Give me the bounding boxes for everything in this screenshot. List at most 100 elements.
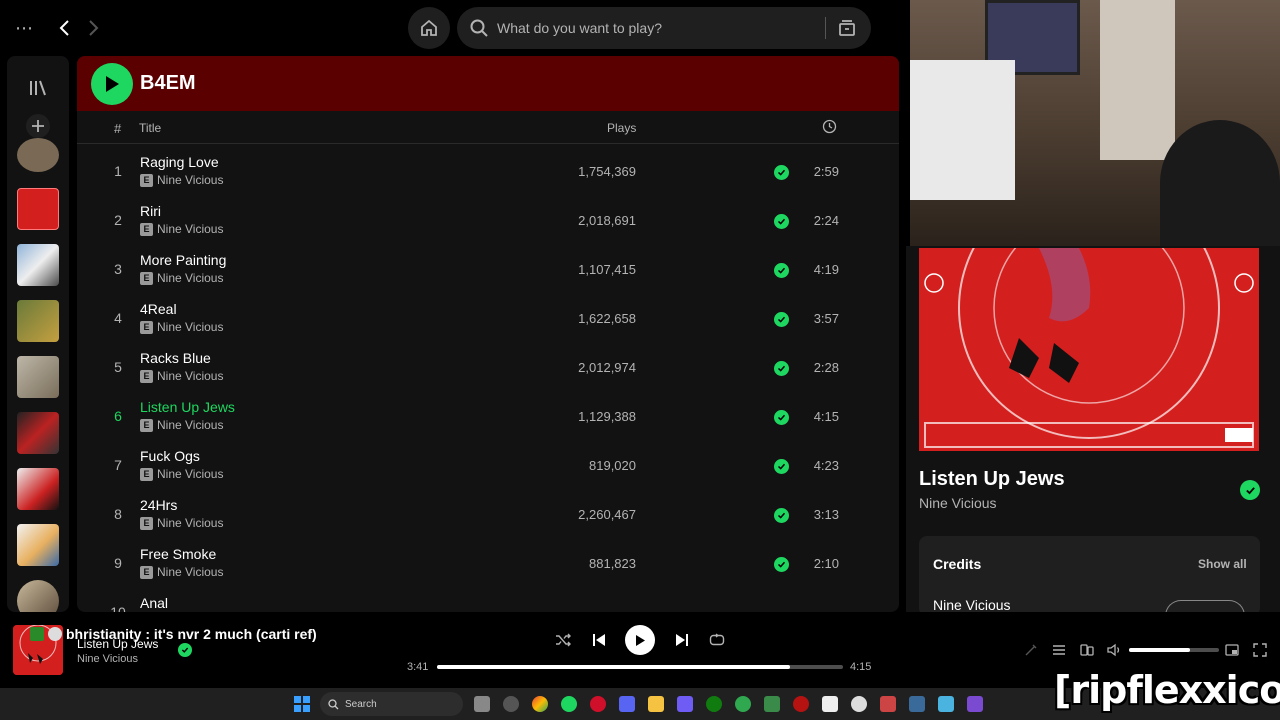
shuffle-icon[interactable] <box>553 630 573 650</box>
connect-device-icon[interactable] <box>1079 642 1095 658</box>
spotify-icon[interactable] <box>561 696 577 712</box>
now-playing-title[interactable]: Listen Up Jews <box>919 468 1065 491</box>
track-row[interactable]: 8 24Hrs E Nine Vicious 2,260,467 3:13 <box>77 491 899 540</box>
track-artist[interactable]: Nine Vicious <box>157 467 223 481</box>
track-artist[interactable]: Nine Vicious <box>157 271 223 285</box>
saved-check-icon[interactable] <box>774 459 789 474</box>
track-title[interactable]: Racks Blue <box>140 350 211 366</box>
library-item-artist[interactable] <box>17 580 59 612</box>
track-artist[interactable]: Nine Vicious <box>157 320 223 334</box>
taskbar-search[interactable]: Search <box>320 692 463 716</box>
progress-bar[interactable] <box>437 665 843 669</box>
saved-check-icon[interactable] <box>178 643 192 657</box>
track-title[interactable]: Listen Up Jews <box>140 399 235 415</box>
credit-artist-name[interactable]: Nine Vicious <box>933 597 1011 613</box>
notepad-icon[interactable] <box>938 696 954 712</box>
track-artist[interactable]: Nine Vicious <box>157 222 223 236</box>
library-item-album[interactable] <box>17 356 59 398</box>
start-icon[interactable] <box>294 696 310 712</box>
track-title[interactable]: Free Smoke <box>140 546 216 562</box>
fullscreen-icon[interactable] <box>1252 642 1268 658</box>
widgets-icon[interactable] <box>503 696 519 712</box>
search-input[interactable] <box>497 20 817 36</box>
app-icon[interactable] <box>764 696 780 712</box>
track-title[interactable]: Fuck Ogs <box>140 448 200 464</box>
search-bar[interactable] <box>457 7 871 49</box>
queue-icon[interactable] <box>1051 642 1067 658</box>
saved-check-icon[interactable] <box>774 508 789 523</box>
app-icon[interactable] <box>793 696 809 712</box>
discord-icon[interactable] <box>619 696 635 712</box>
saved-check-icon[interactable] <box>774 263 789 278</box>
app-icon[interactable] <box>909 696 925 712</box>
back-arrow-icon[interactable] <box>54 16 74 40</box>
library-item-album[interactable] <box>17 524 59 566</box>
track-row[interactable]: 7 Fuck Ogs E Nine Vicious 819,020 4:23 <box>77 442 899 491</box>
library-item-album[interactable] <box>17 468 59 510</box>
track-title[interactable]: Raging Love <box>140 154 219 170</box>
library-icon[interactable] <box>26 76 50 100</box>
app-icon[interactable] <box>677 696 693 712</box>
saved-check-icon[interactable] <box>774 410 789 425</box>
saved-check-icon[interactable] <box>774 165 789 180</box>
create-plus-icon[interactable] <box>26 114 50 138</box>
app-icon[interactable] <box>880 696 896 712</box>
now-playing-artist[interactable]: Nine Vicious <box>919 495 997 511</box>
volume-icon[interactable] <box>1107 642 1123 658</box>
home-button[interactable] <box>408 7 450 49</box>
track-row[interactable]: 4 4Real E Nine Vicious 1,622,658 3:57 <box>77 295 899 344</box>
track-artist[interactable]: Nine Vicious <box>157 516 223 530</box>
forward-arrow-icon[interactable] <box>84 16 104 40</box>
browse-icon[interactable] <box>837 18 857 38</box>
lyrics-icon[interactable] <box>1023 642 1039 658</box>
track-row-playing[interactable]: 6 Listen Up Jews E Nine Vicious 1,129,388… <box>77 393 899 442</box>
chatgpt-icon[interactable] <box>851 696 867 712</box>
volume-slider[interactable] <box>1129 648 1219 652</box>
saved-check-icon[interactable] <box>774 557 789 572</box>
player-track-artist[interactable]: Nine Vicious <box>77 653 138 665</box>
library-item-album[interactable] <box>17 300 59 342</box>
track-title[interactable]: 4Real <box>140 301 177 317</box>
library-item-artist[interactable] <box>17 138 59 172</box>
saved-check-icon[interactable] <box>774 214 789 229</box>
play-pause-button[interactable] <box>625 625 655 655</box>
track-row[interactable]: 5 Racks Blue E Nine Vicious 2,012,974 2:2… <box>77 344 899 393</box>
track-row[interactable]: 2 Riri E Nine Vicious 2,018,691 2:24 <box>77 197 899 246</box>
repeat-icon[interactable] <box>707 630 727 650</box>
track-title[interactable]: Riri <box>140 203 161 219</box>
next-icon[interactable] <box>672 630 692 650</box>
track-row[interactable]: 1 Raging Love E Nine Vicious 1,754,369 2:… <box>77 148 899 197</box>
play-button[interactable] <box>91 63 133 105</box>
track-artist[interactable]: Nine Vicious <box>157 565 223 579</box>
track-artist[interactable]: Nine Vicious <box>157 369 223 383</box>
library-item-album[interactable] <box>17 412 59 454</box>
column-plays[interactable]: Plays <box>607 121 636 135</box>
track-artist[interactable]: Nine Vicious <box>157 418 223 432</box>
track-artist[interactable]: Nine Vicious <box>157 173 223 187</box>
epic-games-icon[interactable] <box>822 696 838 712</box>
previous-icon[interactable] <box>589 630 609 650</box>
chrome-icon[interactable] <box>532 696 548 712</box>
app-icon[interactable] <box>735 696 751 712</box>
saved-check-icon[interactable] <box>1240 480 1260 500</box>
library-item-b4em[interactable] <box>17 188 59 230</box>
track-title[interactable]: More Painting <box>140 252 226 268</box>
column-title[interactable]: Title <box>139 121 161 135</box>
xbox-icon[interactable] <box>706 696 722 712</box>
track-title[interactable]: 24Hrs <box>140 497 177 513</box>
library-item-album[interactable] <box>17 244 59 286</box>
track-row[interactable]: 3 More Painting E Nine Vicious 1,107,415 … <box>77 246 899 295</box>
opera-icon[interactable] <box>590 696 606 712</box>
task-view-icon[interactable] <box>474 696 490 712</box>
saved-check-icon[interactable] <box>774 312 789 327</box>
saved-check-icon[interactable] <box>774 361 789 376</box>
track-title[interactable]: Anal <box>140 595 168 611</box>
show-all-link[interactable]: Show all <box>1198 557 1247 571</box>
miniplayer-icon[interactable] <box>1224 642 1240 658</box>
file-explorer-icon[interactable] <box>648 696 664 712</box>
more-menu-icon[interactable]: ⋯ <box>12 18 36 38</box>
player-track-title[interactable]: Listen Up Jews <box>77 637 158 651</box>
track-row[interactable]: 10 Anal <box>77 589 899 612</box>
app-icon[interactable] <box>967 696 983 712</box>
track-row[interactable]: 9 Free Smoke E Nine Vicious 881,823 2:10 <box>77 540 899 589</box>
